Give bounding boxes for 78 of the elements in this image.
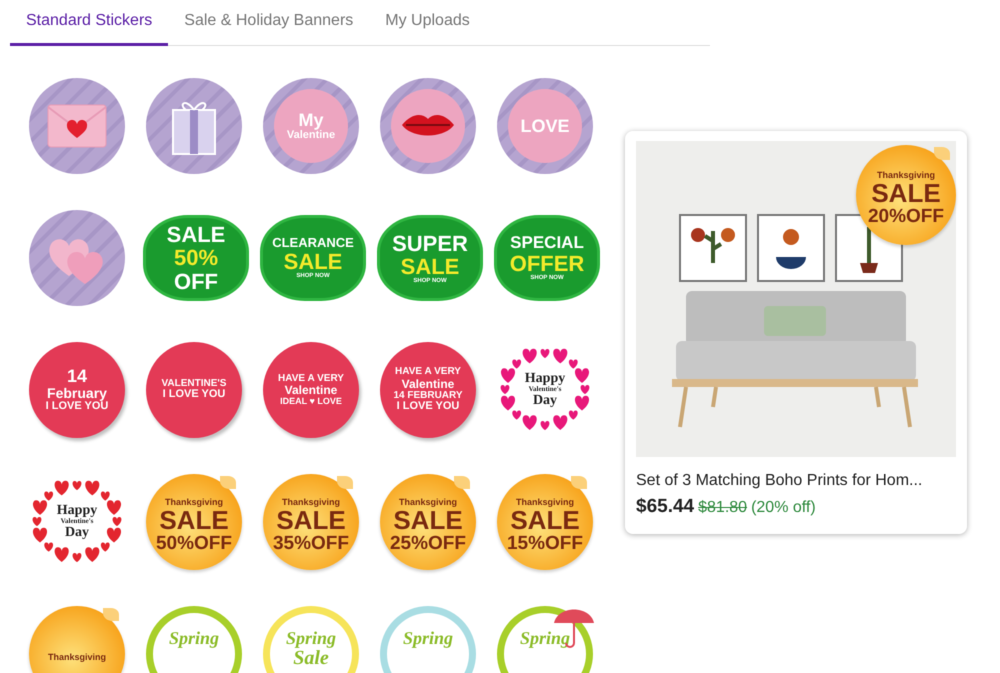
sticker-text: Thanksgiving: [398, 498, 457, 508]
sticker-text: VALENTINE'S: [162, 378, 226, 389]
sticker-text: February: [47, 386, 107, 402]
sticker-text: Day: [532, 394, 558, 408]
discount-text: (20% off): [751, 498, 816, 518]
sticker-text: OFF: [174, 270, 218, 293]
sticker-text: My: [298, 110, 324, 130]
sticker[interactable]: HAVE A VERY Valentine 14 FEBRUARY I LOVE YOU: [380, 342, 476, 438]
sticker-text: 25%OFF: [390, 534, 466, 554]
sticker-text: I LOVE YOU: [396, 401, 460, 413]
sticker-text: 50%OFF: [156, 534, 232, 554]
sticker[interactable]: Thanksgiving SALE 15%OFF: [497, 474, 593, 570]
sticker-text: Thanksgiving: [876, 170, 935, 180]
sticker[interactable]: Spring: [380, 606, 476, 673]
sticker-text: Valentine: [402, 378, 454, 391]
sticker-text: I LOVE YOU: [162, 389, 226, 402]
product-title[interactable]: Set of 3 Matching Boho Prints for Hom...: [636, 469, 956, 493]
product-card[interactable]: Thanksgiving SALE 20%OFF Set of 3 Matching Boho Prints for Hom... $65.44 $81.80 (20% off): [625, 131, 967, 534]
sticker-text: 50%: [174, 246, 218, 270]
sticker[interactable]: Spring: [146, 606, 242, 673]
peeled-corner: [337, 476, 353, 489]
sticker-text: 20%OFF: [868, 207, 944, 228]
sticker-text: CLEARANCE: [272, 236, 354, 250]
envelope-icon: [47, 104, 107, 148]
sticker-text: IDEAL ♥ LOVE: [280, 396, 342, 406]
sticker-text: Thanksgiving: [164, 498, 223, 508]
tab[interactable]: My Uploads: [369, 0, 486, 46]
sticker-text: HAVE A VERY: [278, 374, 344, 384]
sticker[interactable]: VALENTINE'S I LOVE YOU: [146, 342, 242, 438]
sticker-text: OFFER: [510, 252, 584, 276]
sticker-text: HAVE A VERY: [395, 367, 461, 378]
sticker-text: 35%OFF: [272, 534, 350, 554]
sticker-text: SALE: [400, 254, 460, 278]
sticker-text: Happy: [56, 504, 98, 518]
tab[interactable]: Sale & Holiday Banners: [168, 0, 370, 46]
sticker-text: Sale: [293, 648, 329, 669]
sticker-text: Happy: [524, 372, 566, 386]
sticker[interactable]: HAVE A VERY Valentine IDEAL ♥ LOVE: [263, 342, 359, 438]
sticker-text: SPECIAL: [510, 234, 584, 252]
peeled-corner: [220, 476, 236, 489]
sticker-text: SALE: [284, 250, 342, 274]
sticker-text: SUPER: [392, 232, 468, 255]
sticker-text: 14 FEBRUARY: [393, 390, 463, 401]
sticker[interactable]: Spring: [497, 606, 593, 673]
sticker-text: SALE: [871, 180, 941, 208]
sticker-text: SALE: [393, 507, 463, 534]
sticker-text: Spring: [168, 629, 220, 648]
sticker-text: SALE: [276, 507, 346, 534]
sticker-text: LOVE: [520, 116, 570, 136]
peeled-corner: [571, 476, 587, 489]
sticker-text: 14: [66, 367, 88, 386]
sticker-text: Thanksgiving: [48, 653, 106, 663]
sticker-text: SALE: [510, 507, 580, 534]
sticker[interactable]: Spring Sale: [263, 606, 359, 673]
sticker[interactable]: Thanksgiving SALE 25%OFF: [380, 474, 476, 570]
sticker-text: Thanksgiving: [282, 498, 340, 508]
tab[interactable]: Standard Stickers: [10, 0, 168, 46]
sticker-text: SALE: [159, 507, 229, 534]
peeled-corner: [934, 147, 950, 160]
sticker[interactable]: Thanksgiving SALE 50%OFF: [146, 474, 242, 570]
sticker-text: Spring: [520, 629, 570, 648]
sticker-text: Valentine: [284, 384, 338, 397]
sticker[interactable]: Thanksgiving: [29, 606, 125, 673]
peeled-corner: [103, 608, 119, 621]
peeled-corner: [454, 476, 470, 489]
sticker-text: I LOVE YOU: [46, 401, 108, 413]
sticker-text: Day: [64, 526, 90, 540]
sticker-text: Valentine: [286, 130, 336, 142]
sticker[interactable]: 14 February I LOVE YOU: [29, 342, 125, 438]
sticker-text: 15%OFF: [506, 534, 584, 554]
sticker-text: Thanksgiving: [516, 498, 574, 508]
sticker[interactable]: SALE 50% OFF: [146, 218, 246, 298]
sticker-text: Spring: [402, 629, 454, 648]
sticker[interactable]: Thanksgiving SALE 35%OFF: [263, 474, 359, 570]
price: $65.44: [636, 495, 694, 519]
sticker-text: Spring: [286, 629, 336, 648]
original-price: $81.80: [698, 498, 748, 518]
sticker-text: SALE: [166, 223, 226, 246]
